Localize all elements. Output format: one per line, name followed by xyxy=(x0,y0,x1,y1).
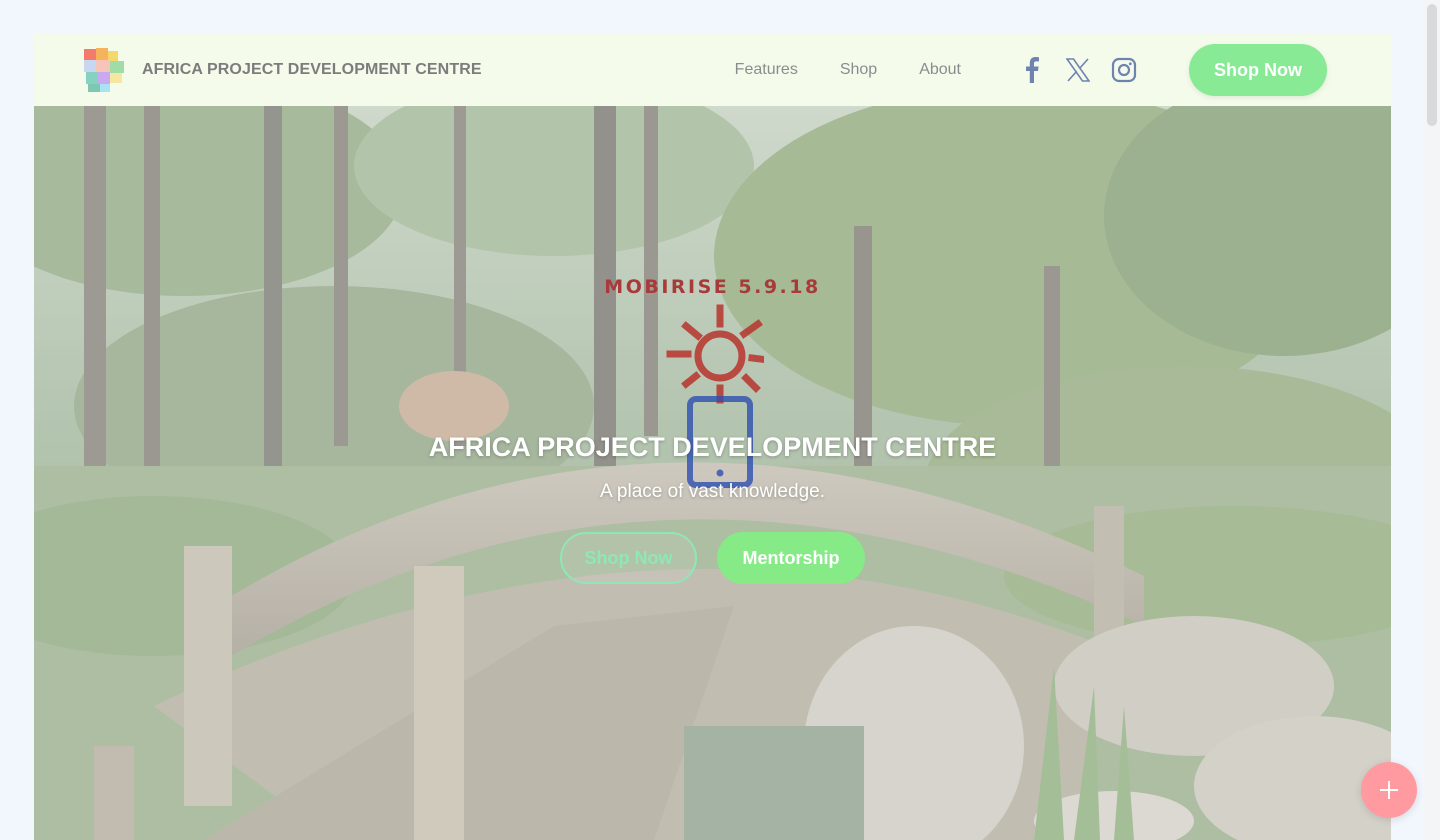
facebook-icon[interactable] xyxy=(1018,56,1046,84)
hero-subtitle: A place of vast knowledge. xyxy=(600,481,825,502)
x-twitter-icon[interactable] xyxy=(1064,56,1092,84)
nav-links: Features Shop About xyxy=(714,61,982,79)
brand-name[interactable]: AFRICA PROJECT DEVELOPMENT CENTRE xyxy=(142,61,482,79)
shop-now-hero-button[interactable]: Shop Now xyxy=(560,532,697,584)
nav-link-features[interactable]: Features xyxy=(735,61,798,79)
page-scrollbar[interactable] xyxy=(1424,0,1440,840)
sun-phone-icon xyxy=(666,304,764,488)
hero-title: AFRICA PROJECT DEVELOPMENT CENTRE xyxy=(428,432,997,462)
nav-link-shop[interactable]: Shop xyxy=(840,61,877,79)
social-links xyxy=(1009,56,1147,84)
hero-section: MOBIRISE 5.9.18 AFRICA PROJECT DEVELOPME… xyxy=(34,106,1391,840)
instagram-icon[interactable] xyxy=(1110,56,1138,84)
shop-now-nav-button[interactable]: Shop Now xyxy=(1189,44,1327,96)
nav-link-about[interactable]: About xyxy=(919,61,961,79)
floating-add-button[interactable] xyxy=(1361,762,1417,818)
mentorship-button[interactable]: Mentorship xyxy=(717,532,865,584)
plus-icon xyxy=(1380,781,1398,799)
hero-content: MOBIRISE 5.9.18 AFRICA PROJECT DEVELOPME… xyxy=(34,106,1391,840)
brand[interactable]: AFRICA PROJECT DEVELOPMENT CENTRE xyxy=(82,46,482,94)
top-navbar: AFRICA PROJECT DEVELOPMENT CENTRE Featur… xyxy=(34,34,1391,106)
mobirise-badge: MOBIRISE 5.9.18 xyxy=(604,276,821,298)
hero-buttons: Shop Now Mentorship xyxy=(34,532,1391,584)
scrollbar-thumb[interactable] xyxy=(1427,4,1437,126)
africa-map-logo-icon[interactable] xyxy=(82,46,130,94)
